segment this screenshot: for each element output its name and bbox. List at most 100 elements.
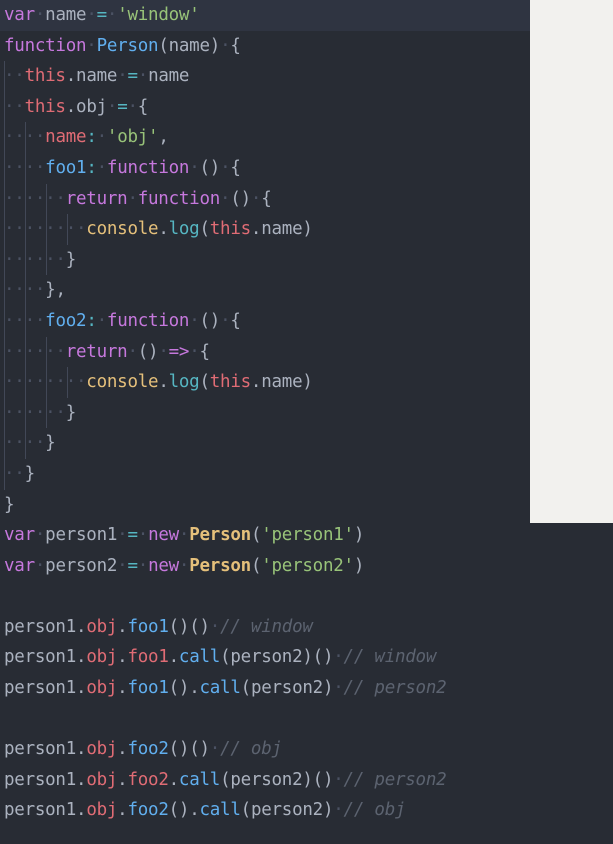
space-dot: · [137,525,149,546]
indent-whitespace: ·· [4,463,25,484]
code-line[interactable]: ······return·()·=>·{ [0,336,613,368]
code-line-content: var·person1·=·new·Person('person1') [4,525,364,545]
code-line[interactable]: person1.obj.foo2.call(person2)()·// pers… [0,765,613,796]
code-line[interactable]: ····} [0,428,613,459]
space-dot: · [220,310,231,331]
space-dot: · [220,188,231,209]
token-punc: . [168,769,180,790]
code-line[interactable]: ····name:·'obj', [0,122,613,153]
token-kw: function [106,157,190,178]
space-dot: · [189,341,200,362]
code-line[interactable]: ··this.name·=·name [0,61,613,92]
code-line[interactable]: person1.obj.foo2().call(person2)·// obj [0,795,613,826]
space-dot: · [220,157,231,178]
token-ident: person2 [230,647,303,668]
code-line[interactable]: person1.obj.foo1.call(person2)()·// wind… [0,642,613,673]
token-comment: // person2 [343,678,447,699]
code-line[interactable]: ······} [0,397,613,429]
token-ident: person1 [4,800,77,821]
token-op: = [117,96,128,117]
code-line[interactable]: ······return·function·()·{ [0,183,613,215]
code-area[interactable]: var·name·=·'window' function·Person(name)… [0,0,613,826]
code-line[interactable]: ····foo2:·function·()·{ [0,305,613,337]
token-kw: new [148,555,179,576]
code-line[interactable]: var·name·=·'window' [0,0,613,31]
token-punc: , [158,127,169,148]
token-punc: ( [250,555,262,576]
token-prop: this [24,96,66,117]
code-line[interactable]: ····}, [0,275,613,306]
token-comment: // obj [220,739,282,760]
token-ctor: Person [189,525,251,546]
space-dot: · [137,66,149,87]
space-dot: · [333,678,344,699]
token-str: 'person2' [261,555,354,576]
space-dot: · [209,616,221,637]
token-punc: . [117,678,128,699]
token-fnname: Person [96,35,159,56]
indent-guide [25,367,27,398]
code-line[interactable]: } [0,490,613,521]
code-line[interactable]: ········console.log(this.name) [0,367,613,398]
code-line[interactable]: var·person1·=·new·Person('person1') [0,520,613,551]
token-punc: } [65,402,77,423]
code-line[interactable]: person1.obj.foo2()()·// obj [0,734,613,765]
code-line[interactable] [0,581,613,612]
code-line-content: person1.obj.foo1().call(person2)·// pers… [4,678,447,699]
token-kw: new [148,525,179,546]
code-line[interactable]: ····foo1:·function·()·{ [0,152,613,184]
indent-whitespace: ·· [4,66,25,87]
indent-whitespace: ······ [4,341,66,362]
token-kw: return [65,341,128,362]
token-punc: { [230,35,241,56]
token-punc: { [261,188,272,209]
token-fnname: call [199,678,241,699]
indent-guide [25,275,27,306]
token-method: log [168,219,200,240]
code-line[interactable]: ··} [0,458,613,490]
token-ident: name [168,35,210,56]
code-line-content: ········console.log(this.name) [4,372,313,392]
token-kw: var [4,555,35,576]
token-comment: // person2 [343,769,447,790]
token-punc: ) [302,372,313,393]
code-line[interactable]: person1.obj.foo1()()·// window [0,612,613,643]
space-dot: · [117,525,128,546]
code-line[interactable]: ··this.obj·=·{ [0,91,613,123]
token-op: = [127,555,138,576]
indent-guide [25,214,27,245]
token-prop: this [24,66,66,87]
indent-guide [4,397,5,429]
token-comment: // obj [343,800,406,821]
code-line[interactable]: person1.obj.foo1().call(person2)·// pers… [0,673,613,704]
indent-guide [4,122,5,153]
token-prop: obj [86,616,118,637]
indent-guide [67,214,69,245]
token-method: log [168,372,200,393]
token-punc: . [76,769,87,790]
code-line-content: var·person2·=·new·Person('person2') [4,556,364,576]
token-method: : [86,127,97,148]
space-dot: · [333,647,344,668]
code-line-content: person1.obj.foo2.call(person2)()·// pers… [4,769,447,790]
token-method: : [86,157,97,178]
token-punc: . [117,647,128,668]
space-dot: · [137,555,149,576]
overlay-panel [530,0,613,523]
code-line[interactable]: ······} [0,244,613,276]
token-punc: . [117,739,128,760]
code-line[interactable]: var·person2·=·new·Person('person2') [0,551,613,582]
code-line[interactable]: ········console.log(this.name) [0,214,613,245]
code-line-content: ····}, [4,280,66,300]
token-kw: => [168,341,190,362]
code-line[interactable]: function·Person(name)·{ [0,31,613,62]
code-line[interactable] [0,704,613,735]
indent-guide [46,397,48,429]
token-punc: () [199,310,221,331]
token-ident: name [76,66,118,87]
token-prop: obj [86,800,118,821]
token-punc: ( [250,525,262,546]
code-line-content: ····name:·'obj', [4,127,169,147]
token-punc: { [230,157,241,178]
indent-whitespace: ········ [4,372,87,393]
